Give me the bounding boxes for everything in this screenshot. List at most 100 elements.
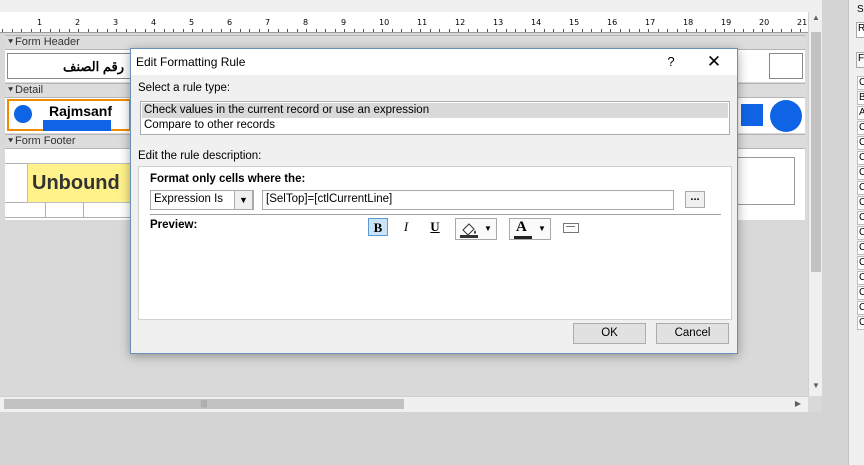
property-row[interactable]: C — [857, 301, 864, 315]
horizontal-ruler: 1 2 3 4 5 6 7 8 9 10 11 12 13 14 15 16 17 18 19 20 21 — [0, 12, 822, 33]
ruler-tick — [2, 29, 3, 32]
ruler-mark: 16 — [607, 18, 618, 27]
divider — [150, 214, 721, 215]
property-row[interactable]: C — [857, 211, 864, 225]
italic-button[interactable]: I — [396, 218, 416, 236]
vertical-scroll-thumb[interactable] — [811, 32, 821, 272]
detail-text-field[interactable]: Rajmsanf — [49, 103, 112, 119]
dialog-titlebar[interactable]: Edit Formatting Rule ? ✕ — [131, 49, 737, 75]
ruler-mark: 9 — [341, 18, 347, 27]
ruler-tick — [259, 29, 260, 32]
footer-box-control[interactable] — [735, 157, 795, 205]
property-row[interactable]: C — [857, 181, 864, 195]
detail-record-control[interactable]: Rajmsanf — [7, 99, 131, 131]
ok-button[interactable]: OK — [573, 323, 646, 344]
header-box-control[interactable] — [769, 53, 803, 79]
ruler-tick — [677, 29, 678, 32]
header-label-control[interactable]: رقم الصنف — [7, 53, 133, 79]
ruler-tick — [439, 29, 440, 32]
ruler-tick — [88, 29, 89, 32]
rule-description-panel: Format only cells where the: Expression … — [138, 166, 732, 320]
tab-format[interactable]: Fo — [856, 52, 864, 68]
ruler-mark: 17 — [645, 18, 656, 27]
ruler-mark: 7 — [265, 18, 271, 27]
ruler-tick — [40, 29, 41, 32]
rule-type-list[interactable]: Check values in the current record or us… — [140, 101, 730, 135]
ruler-tick — [325, 29, 326, 32]
close-button[interactable]: ✕ — [699, 51, 729, 73]
scroll-down-arrow-icon[interactable]: ▼ — [810, 380, 822, 392]
font-color-button[interactable]: A ▼ — [509, 218, 551, 240]
ruler-tick — [31, 29, 32, 32]
ruler-tick — [116, 29, 117, 32]
property-row[interactable]: C — [857, 286, 864, 300]
ruler-tick — [249, 29, 250, 32]
select-rule-type-label: Select a rule type: — [138, 82, 231, 94]
property-row[interactable]: C — [857, 196, 864, 210]
property-row[interactable]: C — [857, 316, 864, 330]
rule-type-item-expression[interactable]: Check values in the current record or us… — [142, 103, 728, 118]
ruler-tick — [287, 29, 288, 32]
help-button[interactable]: ? — [657, 52, 685, 72]
ruler-tick — [553, 29, 554, 32]
ruler-tick — [487, 29, 488, 32]
fill-color-button[interactable]: ▼ — [455, 218, 497, 240]
vertical-scrollbar[interactable]: ▲ ▼ — [808, 12, 822, 396]
collapse-arrow-icon: ⯆ — [7, 37, 15, 47]
bold-button[interactable]: B — [368, 218, 388, 236]
ruler-tick — [211, 29, 212, 32]
property-row[interactable]: C — [857, 151, 864, 165]
property-row[interactable]: A — [857, 106, 864, 120]
ruler-tick — [515, 29, 516, 32]
horizontal-scrollbar[interactable]: ||| ▶ — [0, 396, 808, 412]
ruler-tick — [686, 29, 687, 32]
expression-builder-button[interactable]: ... — [685, 191, 705, 208]
expression-input[interactable]: [SelTop]=[ctlCurrentLine] — [262, 190, 674, 210]
property-row[interactable]: C — [857, 76, 864, 90]
property-row[interactable]: C — [857, 136, 864, 150]
ruler-tick — [800, 29, 801, 32]
ruler-tick — [278, 29, 279, 32]
selection-dropdown[interactable]: R — [856, 22, 864, 38]
chevron-down-icon[interactable]: ▼ — [234, 190, 253, 210]
rule-type-item-compare[interactable]: Compare to other records — [142, 118, 728, 133]
ruler-tick — [401, 29, 402, 32]
cancel-button[interactable]: Cancel — [656, 323, 729, 344]
ruler-tick — [525, 29, 526, 32]
horizontal-scroll-thumb[interactable]: ||| — [4, 399, 404, 409]
ruler-tick — [335, 29, 336, 32]
format-only-cells-label: Format only cells where the: — [150, 173, 306, 185]
ruler-tick — [164, 29, 165, 32]
ruler-mark: 5 — [189, 18, 195, 27]
ruler-tick — [230, 29, 231, 32]
property-row[interactable]: C — [857, 256, 864, 270]
ruler-mark: 2 — [75, 18, 81, 27]
property-row[interactable]: C — [857, 121, 864, 135]
ruler-tick — [667, 29, 668, 32]
blue-circle-icon — [770, 100, 802, 132]
ruler-tick — [449, 29, 450, 32]
ruler-mark: 20 — [759, 18, 770, 27]
detail-label: Detail — [15, 84, 44, 96]
paint-bucket-icon — [460, 223, 478, 238]
property-row[interactable]: C — [857, 226, 864, 240]
ruler-mark: 6 — [227, 18, 233, 27]
scroll-right-arrow-icon[interactable]: ▶ — [792, 397, 804, 411]
scroll-up-arrow-icon[interactable]: ▲ — [810, 12, 822, 24]
property-row[interactable]: C — [857, 166, 864, 180]
property-row[interactable]: B — [857, 91, 864, 105]
condition-type-select[interactable]: Expression Is ▼ — [150, 190, 254, 210]
property-row[interactable]: C — [857, 271, 864, 285]
underline-button[interactable]: U — [425, 218, 445, 236]
chevron-down-icon: ▼ — [538, 224, 546, 233]
ruler-tick — [363, 29, 364, 32]
unbound-textbox[interactable]: Unbound — [27, 163, 131, 203]
ruler-tick — [192, 29, 193, 32]
ruler-tick — [705, 29, 706, 32]
property-row[interactable]: C — [857, 241, 864, 255]
ruler-tick — [506, 29, 507, 32]
ruler-tick — [126, 29, 127, 32]
ruler-tick — [772, 29, 773, 32]
ruler-tick — [572, 29, 573, 32]
ruler-mark: 15 — [569, 18, 580, 27]
